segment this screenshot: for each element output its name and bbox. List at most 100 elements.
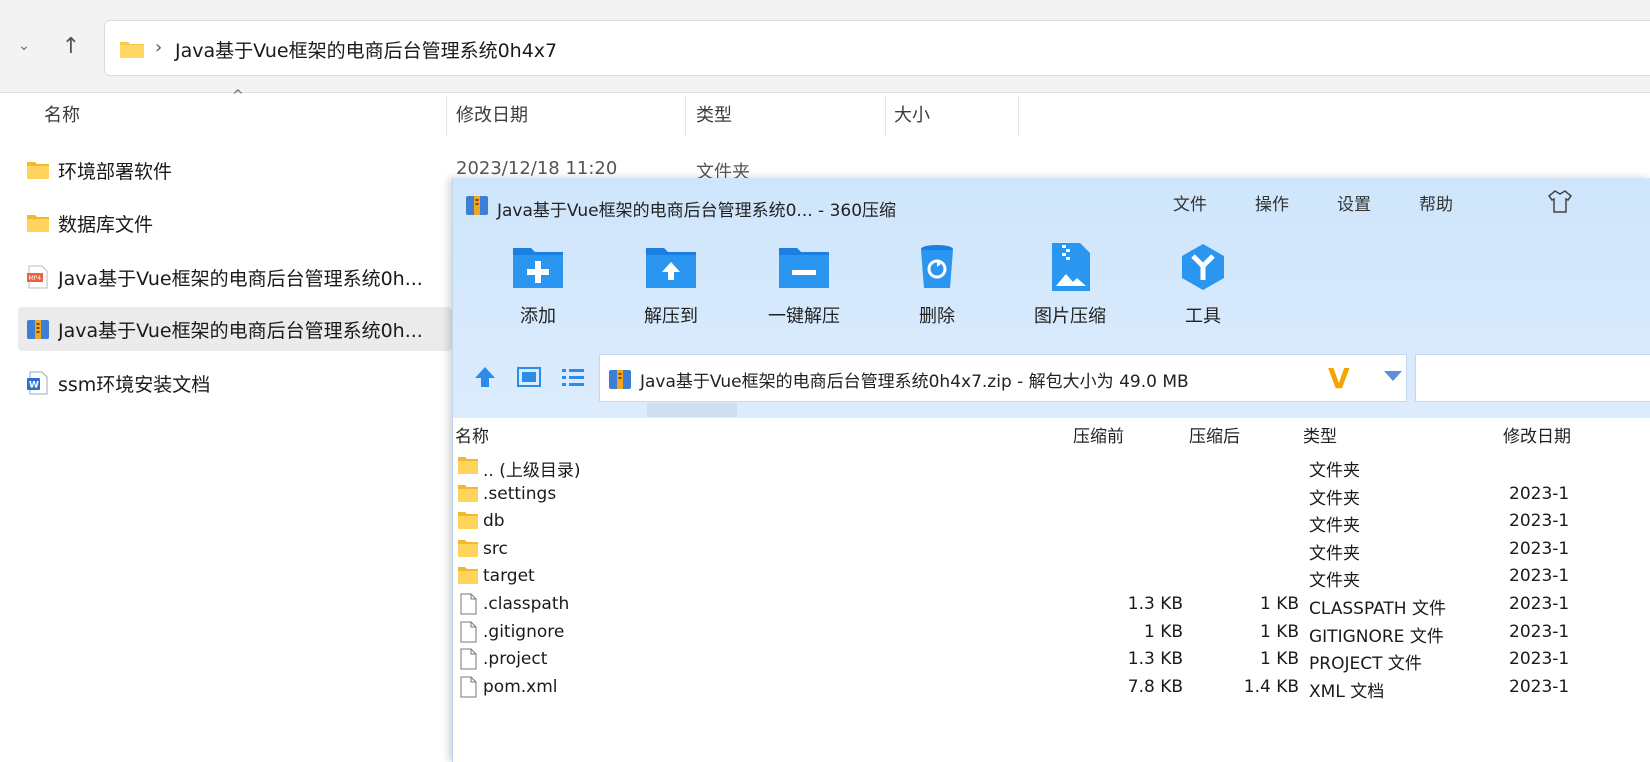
row-size-after: 1 KB [1259, 621, 1299, 642]
column-header-name[interactable]: 名称 [44, 94, 80, 138]
table-row[interactable]: .gitignore 1 KB 1 KB GITIGNORE 文件 2023-1 [453, 618, 1650, 648]
skin-shirt-icon[interactable] [1547, 188, 1573, 214]
list-item[interactable]: MP4 Java基于Vue框架的电商后台管理系统0h... [18, 255, 452, 299]
folder-icon [27, 215, 49, 232]
row-name: .classpath [483, 594, 570, 614]
address-bar[interactable]: › Java基于Vue框架的电商后台管理系统0h4x7 [104, 20, 1650, 76]
list-item[interactable]: 数据库文件 [18, 201, 452, 245]
table-row[interactable]: pom.xml 7.8 KB 1.4 KB XML 文档 2023-1 [453, 673, 1650, 702]
zip-column-after[interactable]: 压缩后 [1189, 422, 1240, 447]
recent-locations-chevron-icon[interactable]: ⌄ [14, 36, 34, 56]
table-row[interactable]: .. (上级目录) 文件夹 [453, 452, 1650, 481]
list-view-icon[interactable] [561, 366, 585, 388]
row-size-before: 1 KB [1143, 621, 1183, 642]
zip-column-type[interactable]: 类型 [1303, 422, 1337, 447]
image-compress-icon [1052, 243, 1090, 291]
tool-label: 添加 [520, 306, 556, 327]
row-name: .gitignore [483, 621, 565, 642]
breadcrumb-separator: › [155, 37, 163, 58]
row-modified: 2023-1 [1509, 676, 1570, 697]
row-type: GITIGNORE 文件 [1309, 626, 1444, 647]
column-divider[interactable] [885, 96, 886, 136]
image-compress-button[interactable]: 图片压缩 [1015, 242, 1125, 332]
file-icon [457, 593, 479, 620]
row-name: .project [483, 649, 548, 670]
add-button[interactable]: 添加 [483, 242, 593, 332]
column-divider[interactable] [446, 96, 447, 136]
row-type: 文件夹 [1309, 461, 1360, 481]
row-size-before: 7.8 KB [1127, 676, 1183, 697]
thumbnail-view-icon[interactable] [517, 366, 541, 388]
tools-button[interactable]: 工具 [1148, 242, 1258, 332]
list-item[interactable]: 环境部署软件 [18, 148, 452, 192]
zip-archive-icon [27, 320, 49, 339]
table-row[interactable]: .settings 文件夹 2023-1 [453, 480, 1650, 509]
row-name: target [483, 566, 535, 587]
row-type: CLASSPATH 文件 [1309, 599, 1446, 619]
item-name: Java基于Vue框架的电商后台管理系统0h... [58, 320, 423, 342]
folder-icon [120, 42, 144, 58]
row-type: 文件夹 [1309, 516, 1360, 537]
extract-to-icon [646, 248, 696, 288]
zip-address-bar[interactable]: Java基于Vue框架的电商后台管理系统0h4x7.zip - 解包大小为 49… [599, 354, 1407, 402]
window-title: Java基于Vue框架的电商后台管理系统0... - 360压缩 [497, 201, 897, 221]
mp4-file-icon: MP4 [27, 265, 48, 289]
row-modified: 2023-1 [1509, 594, 1570, 614]
explorer-toolbar: ⌄ ↑ › Java基于Vue框架的电商后台管理系统0h4x7 [0, 0, 1650, 93]
address-path[interactable]: Java基于Vue框架的电商后台管理系统0h4x7 [175, 36, 557, 63]
delete-button[interactable]: 删除 [882, 242, 992, 332]
svg-text:W: W [29, 381, 39, 391]
scroll-highlight [647, 403, 737, 417]
row-modified: 2023-1 [1509, 621, 1570, 642]
zip-archive-icon [609, 370, 631, 389]
row-modified: 2023-1 [1509, 566, 1570, 587]
zip-column-modified[interactable]: 修改日期 [1503, 422, 1571, 447]
dropdown-arrow-icon[interactable] [1384, 371, 1402, 381]
menu-settings[interactable]: 设置 [1337, 190, 1371, 215]
list-item-selected[interactable]: Java基于Vue框架的电商后台管理系统0h... [18, 307, 452, 351]
one-click-extract-icon [779, 248, 829, 288]
row-name: .. (上级目录) [483, 461, 581, 481]
zip-archive-icon [466, 196, 488, 215]
recycle-bin-icon [921, 245, 953, 288]
table-row[interactable]: .project 1.3 KB 1 KB PROJECT 文件 2023-1 [453, 645, 1650, 675]
svg-text:MP4: MP4 [29, 275, 42, 282]
table-row[interactable]: target 文件夹 2023-1 [453, 562, 1650, 592]
up-arrow-icon[interactable] [473, 366, 497, 388]
menu-help[interactable]: 帮助 [1419, 190, 1453, 215]
item-name: ssm环境安装文档 [58, 374, 211, 396]
menu-operate[interactable]: 操作 [1255, 190, 1289, 215]
zip-header: Java基于Vue框架的电商后台管理系统0... - 360压缩 文件 操作 设… [453, 178, 1650, 418]
zip-column-name[interactable]: 名称 [455, 422, 489, 447]
zip-column-before[interactable]: 压缩前 [1073, 422, 1124, 447]
row-name: .settings [483, 483, 557, 504]
row-size-after: 1 KB [1259, 649, 1299, 670]
tools-icon [1182, 244, 1224, 290]
extract-to-button[interactable]: 解压到 [616, 242, 726, 332]
row-type: 文件夹 [1309, 543, 1360, 564]
column-header-modified[interactable]: 修改日期 [456, 94, 528, 138]
row-type: 文件夹 [1309, 571, 1360, 592]
zip-search-input[interactable] [1415, 354, 1650, 402]
table-row[interactable]: src 文件夹 2023-1 [453, 535, 1650, 564]
up-arrow-icon[interactable]: ↑ [58, 34, 84, 60]
item-name: 环境部署软件 [58, 161, 173, 183]
tool-label: 一键解压 [768, 306, 840, 327]
menu-file[interactable]: 文件 [1173, 190, 1207, 215]
table-row[interactable]: db 文件夹 2023-1 [453, 507, 1650, 537]
row-size-after: 1 KB [1259, 594, 1299, 614]
file-icon [457, 621, 479, 648]
row-name: pom.xml [483, 676, 558, 697]
row-type: 文件夹 [1309, 488, 1360, 509]
v-logo-icon[interactable]: V [1328, 365, 1350, 393]
file-icon [457, 648, 479, 675]
list-item[interactable]: W ssm环境安装文档 [18, 361, 452, 405]
row-modified: 2023-1 [1509, 649, 1570, 670]
column-header-type[interactable]: 类型 [696, 94, 732, 138]
one-click-extract-button[interactable]: 一键解压 [749, 242, 859, 332]
column-divider[interactable] [1018, 96, 1019, 136]
table-row[interactable]: .classpath 1.3 KB 1 KB CLASSPATH 文件 2023-1 [453, 590, 1650, 620]
column-divider[interactable] [685, 96, 686, 136]
column-header-size[interactable]: 大小 [894, 94, 930, 138]
zip-window: Java基于Vue框架的电商后台管理系统0... - 360压缩 文件 操作 设… [452, 178, 1650, 762]
